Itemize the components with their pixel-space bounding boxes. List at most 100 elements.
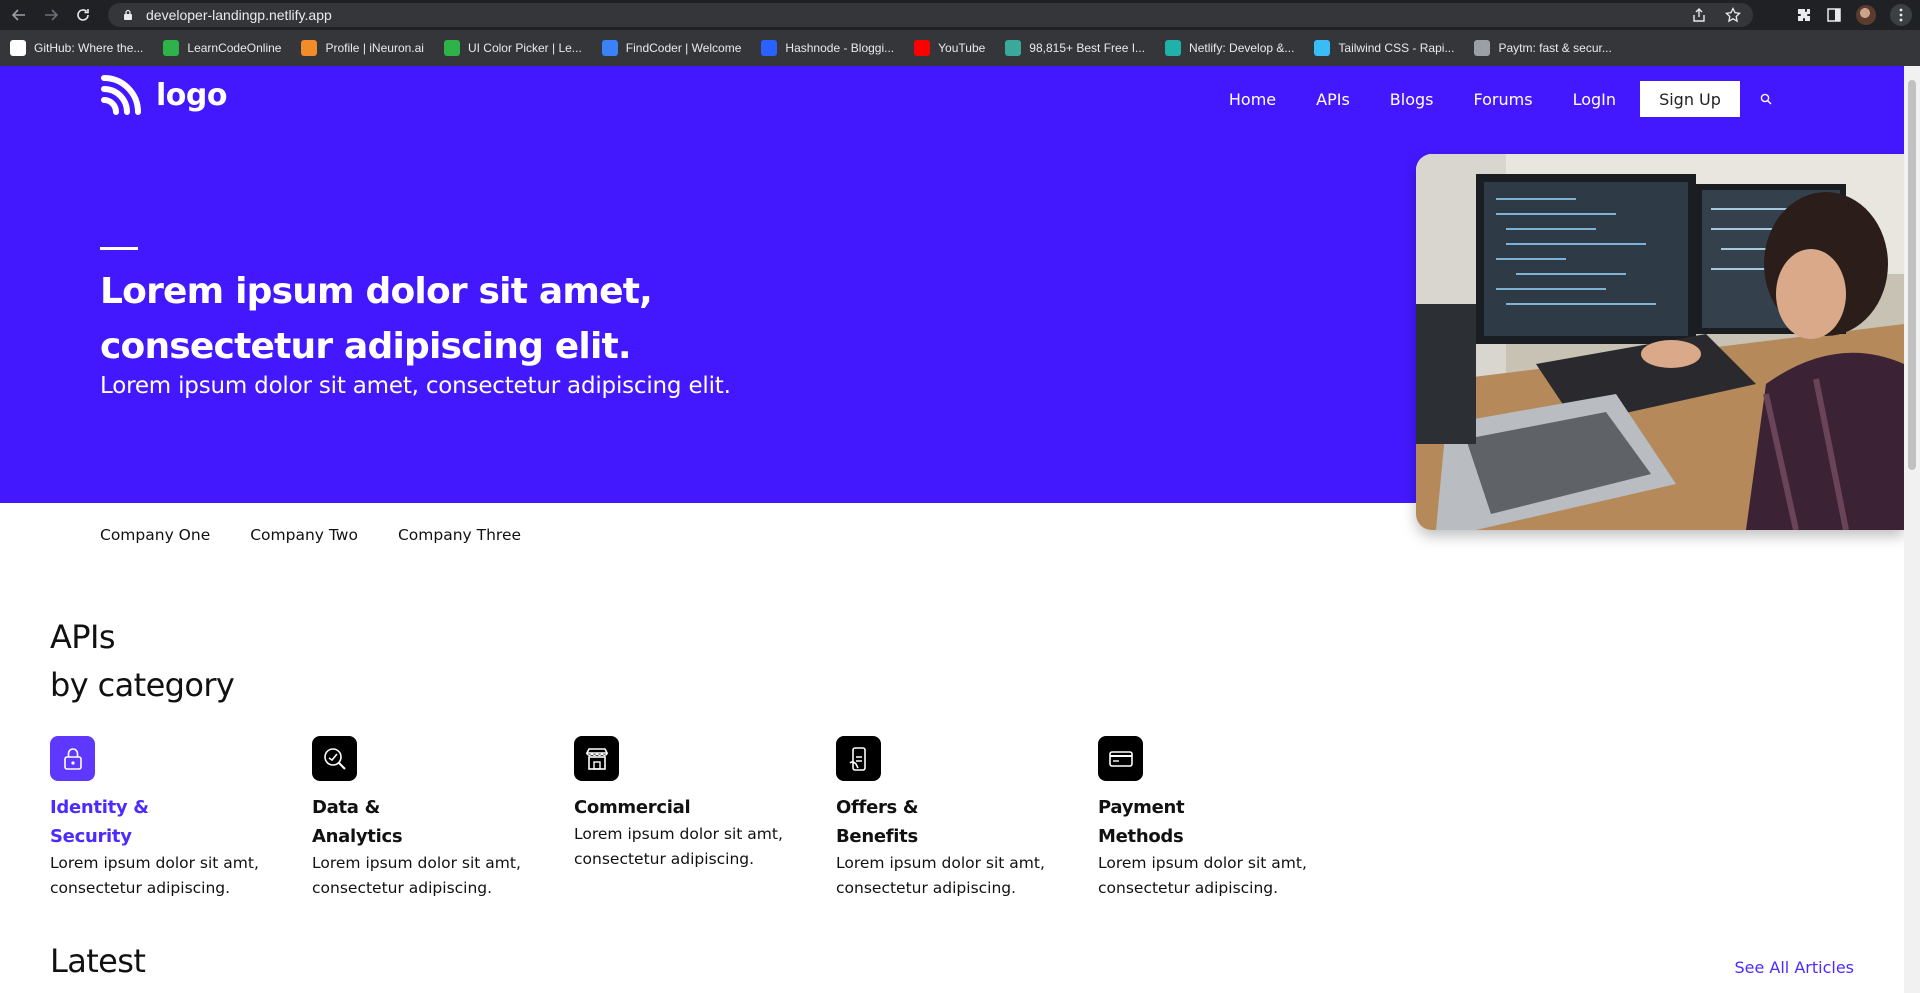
reload-button[interactable] [70, 2, 96, 28]
lock-icon [50, 736, 95, 781]
more-vert-icon [1899, 8, 1903, 22]
bookmark-label: Paytm: fast & secur... [1498, 41, 1612, 55]
category-desc: Lorem ipsum dolor sit amt, consectetur a… [574, 825, 783, 868]
youtube-icon [914, 40, 931, 56]
arrow-right-icon [45, 9, 59, 21]
top-nav: Home APIs Blogs Forums LogIn Sign Up [1189, 81, 1776, 117]
tailwind-icon [1314, 40, 1331, 56]
star-icon[interactable] [1725, 7, 1741, 23]
site-logo[interactable]: logo [100, 74, 227, 116]
bookmark-label: YouTube [938, 41, 986, 55]
paytm-icon [1474, 40, 1491, 56]
page-content: logo Home APIs Blogs Forums LogIn Sign U… [0, 66, 1904, 993]
category-desc: Lorem ipsum dolor sit amt, consectetur a… [836, 854, 1045, 897]
bookmark-item[interactable]: Profile | iNeuron.ai [301, 40, 424, 56]
category-commercial[interactable]: Commercial Lorem ipsum dolor sit amt, co… [574, 736, 836, 901]
bookmark-label: UI Color Picker | Le... [467, 41, 582, 55]
search-button[interactable] [1760, 91, 1776, 107]
nav-forums[interactable]: Forums [1474, 90, 1533, 109]
bookmark-item[interactable]: LearnCodeOnline [163, 40, 281, 56]
freepik-icon [1005, 40, 1022, 56]
back-button[interactable] [6, 2, 32, 28]
bookmark-label: 98,815+ Best Free I... [1029, 41, 1146, 55]
bookmark-item[interactable]: FindCoder | Welcome [601, 40, 742, 56]
side-panel-icon[interactable] [1826, 7, 1842, 23]
page-scrollbar[interactable] [1904, 66, 1920, 993]
category-data-analytics[interactable]: Data & Analytics Lorem ipsum dolor sit a… [312, 736, 574, 901]
company-two: Company Two [250, 526, 358, 544]
category-offers-benefits[interactable]: Offers & Benefits Lorem ipsum dolor sit … [836, 736, 1098, 901]
nav-blogs[interactable]: Blogs [1390, 90, 1434, 109]
category-name: Offers & Benefits [836, 797, 919, 847]
hero-subtitle: Lorem ipsum dolor sit amet, consectetur … [100, 373, 731, 399]
bookmark-label: Tailwind CSS - Rapi... [1338, 41, 1455, 55]
bookmark-label: Hashnode - Bloggi... [785, 41, 895, 55]
store-icon [574, 736, 619, 781]
bookmark-item[interactable]: GitHub: Where the... [10, 40, 143, 56]
category-name: Payment Methods [1098, 797, 1185, 847]
bookmark-label: FindCoder | Welcome [625, 41, 742, 55]
category-payment-methods[interactable]: Payment Methods Lorem ipsum dolor sit am… [1098, 736, 1360, 901]
category-name: Identity & Security [50, 797, 149, 847]
bookmarks-bar: GitHub: Where the... LearnCodeOnline Profi… [0, 30, 1920, 66]
bookmark-item[interactable]: 98,815+ Best Free I... [1005, 40, 1145, 56]
categories-heading-line1: APIs [50, 618, 116, 656]
ui-color-picker-icon [443, 40, 460, 56]
hero-title: Lorem ipsum dolor sit amet, consectetur … [100, 271, 653, 367]
card-icon [1098, 736, 1143, 781]
nav-login[interactable]: LogIn [1573, 90, 1616, 109]
category-list: Identity & Security Lorem ipsum dolor si… [50, 736, 1360, 901]
company-list: Company One Company Two Company Three [100, 526, 561, 544]
bookmark-item[interactable]: Hashnode - Bloggi... [761, 40, 894, 56]
bookmark-label: LearnCodeOnline [187, 41, 282, 55]
category-desc: Lorem ipsum dolor sit amt, consectetur a… [312, 854, 521, 897]
company-one: Company One [100, 526, 211, 544]
browser-toolbar: developer-landingp.netlify.app [0, 0, 1920, 30]
bookmark-item[interactable]: UI Color Picker | Le... [443, 40, 582, 56]
extensions-icon[interactable] [1796, 7, 1812, 23]
github-icon [10, 40, 26, 56]
search-icon [1760, 93, 1772, 105]
profile-avatar[interactable] [1856, 5, 1876, 25]
bookmark-item[interactable]: YouTube [914, 40, 985, 56]
company-three: Company Three [397, 526, 522, 544]
hero-accent-line [100, 247, 138, 250]
scrollbar-thumb[interactable] [1908, 80, 1916, 470]
bookmark-label: Netlify: Develop &... [1189, 41, 1295, 55]
bookmark-label: GitHub: Where the... [34, 41, 144, 55]
nav-home[interactable]: Home [1229, 90, 1276, 109]
bookmark-item[interactable]: Tailwind CSS - Rapi... [1314, 40, 1454, 56]
share-icon[interactable] [1691, 7, 1707, 23]
forward-button[interactable] [38, 2, 64, 28]
url-text: developer-landingp.netlify.app [146, 7, 332, 23]
browser-menu-button[interactable] [1890, 4, 1912, 26]
nav-apis[interactable]: APIs [1316, 90, 1350, 109]
categories-heading-line2: by category [50, 666, 235, 704]
see-all-articles-link[interactable]: See All Articles [1734, 958, 1854, 977]
bookmark-label: Profile | iNeuron.ai [325, 41, 424, 55]
category-desc: Lorem ipsum dolor sit amt, consectetur a… [50, 854, 259, 897]
learncodeonline-icon [163, 40, 180, 56]
bookmark-item[interactable]: Paytm: fast & secur... [1474, 40, 1612, 56]
offers-icon [836, 736, 881, 781]
signup-button[interactable]: Sign Up [1640, 81, 1740, 117]
category-desc: Lorem ipsum dolor sit amt, consectetur a… [1098, 854, 1307, 897]
analytics-icon [312, 736, 357, 781]
reload-icon [77, 9, 89, 21]
bookmark-item[interactable]: Netlify: Develop &... [1165, 40, 1294, 56]
arrow-left-icon [11, 9, 25, 21]
category-name: Commercial [574, 797, 691, 818]
latest-heading: Latest [50, 942, 146, 980]
lock-icon [122, 9, 134, 21]
logo-icon [101, 75, 141, 115]
findcoder-icon [601, 40, 618, 56]
category-name: Data & Analytics [312, 797, 403, 847]
address-bar[interactable]: developer-landingp.netlify.app [108, 3, 1753, 27]
category-identity-security[interactable]: Identity & Security Lorem ipsum dolor si… [50, 736, 312, 901]
netlify-icon [1165, 40, 1182, 56]
logo-text: logo [156, 77, 227, 113]
categories-heading: APIs by category [50, 613, 235, 709]
ineuron-icon [301, 40, 318, 56]
developer-photo [1416, 154, 1904, 530]
hashnode-icon [761, 40, 778, 56]
